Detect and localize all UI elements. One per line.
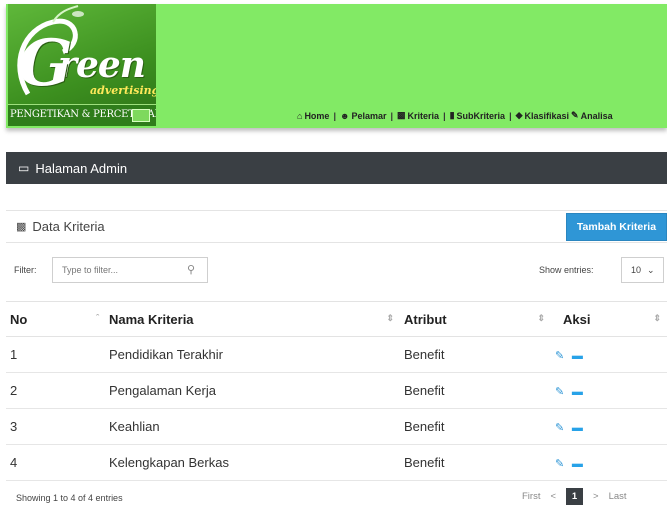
table-header-row: No ˆ Nama Kriteria ⇕ Atribut ⇕ Aksi ⇕ xyxy=(6,301,667,337)
column-header-aksi-label: Aksi xyxy=(563,311,591,327)
column-header-no-label: No xyxy=(10,311,28,327)
pencil-icon: ✎ xyxy=(571,110,579,120)
nav-separator: | xyxy=(509,110,512,121)
filter-input[interactable]: Type to filter... ⚲ xyxy=(52,257,208,283)
cell-no: 4 xyxy=(6,444,105,481)
cell-no: 1 xyxy=(6,336,105,373)
entries-value: 10 xyxy=(631,265,642,275)
nav-separator: | xyxy=(333,110,336,121)
tag-icon: ◆ xyxy=(515,110,523,120)
logo-strip: PENGETIKAN & PERCETAKAN xyxy=(8,104,156,126)
kriteria-table: No ˆ Nama Kriteria ⇕ Atribut ⇕ Aksi ⇕ 1 … xyxy=(6,301,667,481)
cell-nama: Pendidikan Terakhir xyxy=(105,336,400,373)
cell-nama: Pengalaman Kerja xyxy=(105,372,400,409)
filter-row: Filter: Type to filter... ⚲ Show entries… xyxy=(14,256,664,286)
bookmark-icon: ▮ xyxy=(449,110,455,120)
page-last-link[interactable]: Last xyxy=(609,491,627,502)
chevron-down-icon: ⌄ xyxy=(647,264,655,275)
nav-kriteria-label: Kriteria xyxy=(407,110,440,121)
edit-icon[interactable]: ✎ xyxy=(555,386,564,398)
bar-chart-icon: ▩ xyxy=(16,221,27,233)
edit-icon[interactable]: ✎ xyxy=(555,350,564,362)
logo: reen G advertising PENGETIKAN & PERCETAKA… xyxy=(8,4,156,126)
edit-icon[interactable]: ✎ xyxy=(555,458,564,470)
edit-icon[interactable]: ✎ xyxy=(555,422,564,434)
column-header-nama[interactable]: Nama Kriteria ⇕ xyxy=(105,301,400,337)
cell-atribut: Benefit xyxy=(400,336,551,373)
cell-atribut: Benefit xyxy=(400,444,551,481)
nav-analisa-label: Analisa xyxy=(580,110,613,121)
sort-icon: ⇕ xyxy=(386,313,394,323)
nav-pelamar-label: Pelamar xyxy=(351,110,387,121)
top-navigation: ⌂ Home | ☻ Pelamar | ▩ Kriteria | ▮ SubK… xyxy=(297,110,613,121)
monitor-icon: ▭ xyxy=(18,161,30,175)
eraser-icon[interactable]: ▬ xyxy=(572,350,583,362)
users-icon: ☻ xyxy=(339,110,350,121)
logo-subtitle: advertising xyxy=(90,84,156,97)
admin-bar: ▭ Halaman Admin xyxy=(6,152,667,184)
sort-icon: ⇕ xyxy=(537,313,545,323)
sort-asc-icon: ˆ xyxy=(96,313,99,323)
table-row: 4 Kelengkapan Berkas Benefit ✎ ▬ xyxy=(6,444,667,481)
cell-aksi: ✎ ▬ xyxy=(551,444,667,481)
header: reen G advertising PENGETIKAN & PERCETAKA… xyxy=(0,0,667,128)
add-kriteria-button[interactable]: Tambah Kriteria xyxy=(566,213,667,241)
nav-kriteria[interactable]: ▩ Kriteria xyxy=(397,110,439,121)
nav-klasifikasi-label: Klasifikasi xyxy=(524,110,570,121)
filter-label: Filter: xyxy=(14,265,37,275)
cell-aksi: ✎ ▬ xyxy=(551,372,667,409)
cell-aksi: ✎ ▬ xyxy=(551,336,667,373)
nav-analisa[interactable]: ✎ Analisa xyxy=(571,110,613,121)
cell-nama: Kelengkapan Berkas xyxy=(105,444,400,481)
page-first-link[interactable]: First xyxy=(522,491,540,502)
page-next-link[interactable]: > xyxy=(593,491,599,502)
column-header-no[interactable]: No ˆ xyxy=(6,301,105,337)
nav-separator: | xyxy=(443,110,446,121)
cell-no: 2 xyxy=(6,372,105,409)
page-current[interactable]: 1 xyxy=(566,488,584,505)
eraser-icon[interactable]: ▬ xyxy=(572,458,583,470)
nav-pelamar[interactable]: ☻ Pelamar xyxy=(340,111,387,121)
table-row: 2 Pengalaman Kerja Benefit ✎ ▬ xyxy=(6,372,667,409)
cell-atribut: Benefit xyxy=(400,408,551,445)
logo-initial: G xyxy=(18,26,73,101)
bar-chart-icon: ▩ xyxy=(397,110,406,120)
eraser-icon[interactable]: ▬ xyxy=(572,386,583,398)
cell-nama: Keahlian xyxy=(105,408,400,445)
nav-home[interactable]: ⌂ Home xyxy=(297,111,329,121)
search-icon: ⚲ xyxy=(186,264,195,276)
column-header-atribut[interactable]: Atribut ⇕ xyxy=(400,301,551,337)
table-row: 1 Pendidikan Terakhir Benefit ✎ ▬ xyxy=(6,336,667,373)
pagination: First < 1 > Last xyxy=(522,488,627,505)
entries-select[interactable]: 10 ⌄ xyxy=(621,257,664,283)
page-prev-link[interactable]: < xyxy=(550,491,556,502)
column-header-nama-label: Nama Kriteria xyxy=(109,311,194,327)
nav-subkriteria-label: SubKriteria xyxy=(456,110,506,121)
nav-subkriteria[interactable]: ▮ SubKriteria xyxy=(450,110,505,121)
cell-no: 3 xyxy=(6,408,105,445)
column-header-atribut-label: Atribut xyxy=(404,311,447,327)
home-icon: ⌂ xyxy=(297,110,303,121)
entries-label: Show entries: xyxy=(539,265,594,275)
nav-home-label: Home xyxy=(304,110,330,121)
nav-klasifikasi[interactable]: ◆ Klasifikasi xyxy=(516,110,569,121)
logo-wordmark: reen G xyxy=(18,26,146,101)
panel-title: Data Kriteria xyxy=(32,219,105,234)
eraser-icon[interactable]: ▬ xyxy=(572,422,583,434)
cell-atribut: Benefit xyxy=(400,372,551,409)
sort-icon: ⇕ xyxy=(653,313,661,323)
cell-aksi: ✎ ▬ xyxy=(551,408,667,445)
table-row: 3 Keahlian Benefit ✎ ▬ xyxy=(6,408,667,445)
table-info: Showing 1 to 4 of 4 entries xyxy=(16,493,123,503)
nav-separator: | xyxy=(390,110,394,121)
column-header-aksi[interactable]: Aksi ⇕ xyxy=(551,301,667,337)
logo-strip-box xyxy=(132,109,150,122)
admin-bar-title: Halaman Admin xyxy=(35,160,128,176)
filter-placeholder: Type to filter... xyxy=(62,265,119,275)
